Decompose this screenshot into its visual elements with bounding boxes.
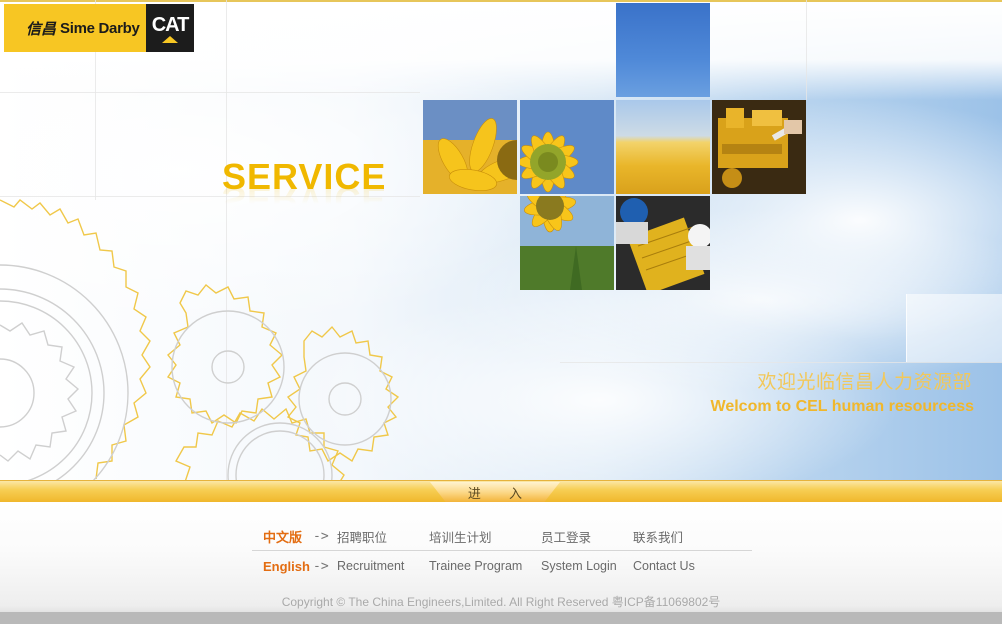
grid-line [0,92,420,93]
landing-page: 信昌 Sime Darby CAT SERVICE SERVICE 欢迎光临信昌… [0,0,1002,624]
sunflower-tile [423,100,517,194]
welcome-text-chinese: 欢迎光临信昌人力资源部 [757,371,972,393]
sunflower-field-tile [616,100,710,194]
service-title-reflection: SERVICE [222,180,387,220]
lang-label-english[interactable]: English [263,559,313,574]
logo-text: Sime Darby [60,19,140,37]
sky-tile [616,3,710,97]
cat-logo-text: CAT [151,13,190,36]
nav-link-trainee-cn[interactable]: 培训生计划 [429,527,492,546]
cat-triangle-icon [162,36,178,43]
sunflower-closeup-tile [520,100,614,194]
nav-link-recruitment-cn[interactable]: 招聘职位 [337,527,387,546]
nav-row-chinese: 中文版 -> 招聘职位 培训生计划 员工登录 联系我们 [263,527,763,545]
arrow-icon: -> [313,558,329,574]
sunflower-grass-tile [520,196,614,290]
enter-button-label: 进 入 [467,486,535,502]
cat-logo: CAT [146,4,194,52]
nav-divider [252,550,752,551]
nav-link-contact-en[interactable]: Contact Us [633,559,695,573]
grid-line [806,0,807,100]
nav-link-contact-cn[interactable]: 联系我们 [633,527,683,546]
welcome-text-english: Welcom to CEL human resourcess [710,398,974,415]
lang-label-chinese[interactable]: 中文版 [263,527,313,546]
arrow-icon: -> [313,528,329,544]
hero-banner: 信昌 Sime Darby CAT SERVICE SERVICE 欢迎光临信昌… [0,0,1002,480]
nav-link-recruitment-en[interactable]: Recruitment [337,559,404,573]
workers-tile [616,196,710,290]
copyright-text: Copyright © The China Engineers,Limited.… [281,595,721,609]
sime-darby-cat-logo[interactable]: 信昌 Sime Darby CAT [4,4,194,52]
grid-line [560,362,1002,363]
nav-link-trainee-en[interactable]: Trainee Program [429,559,522,573]
engine-tile [712,100,806,194]
gears-illustration [0,199,400,480]
footer-bottom-strip [0,612,1002,624]
nav-link-login-en[interactable]: System Login [541,559,617,573]
logo-chinese-mark: 信昌 [26,19,57,38]
top-border [0,0,1002,2]
nav-row-english: English -> Recruitment Trainee Program S… [263,557,763,575]
decorative-panel [906,294,1002,362]
enter-button[interactable]: 进 入 [430,482,560,502]
nav-link-login-cn[interactable]: 员工登录 [541,527,591,546]
